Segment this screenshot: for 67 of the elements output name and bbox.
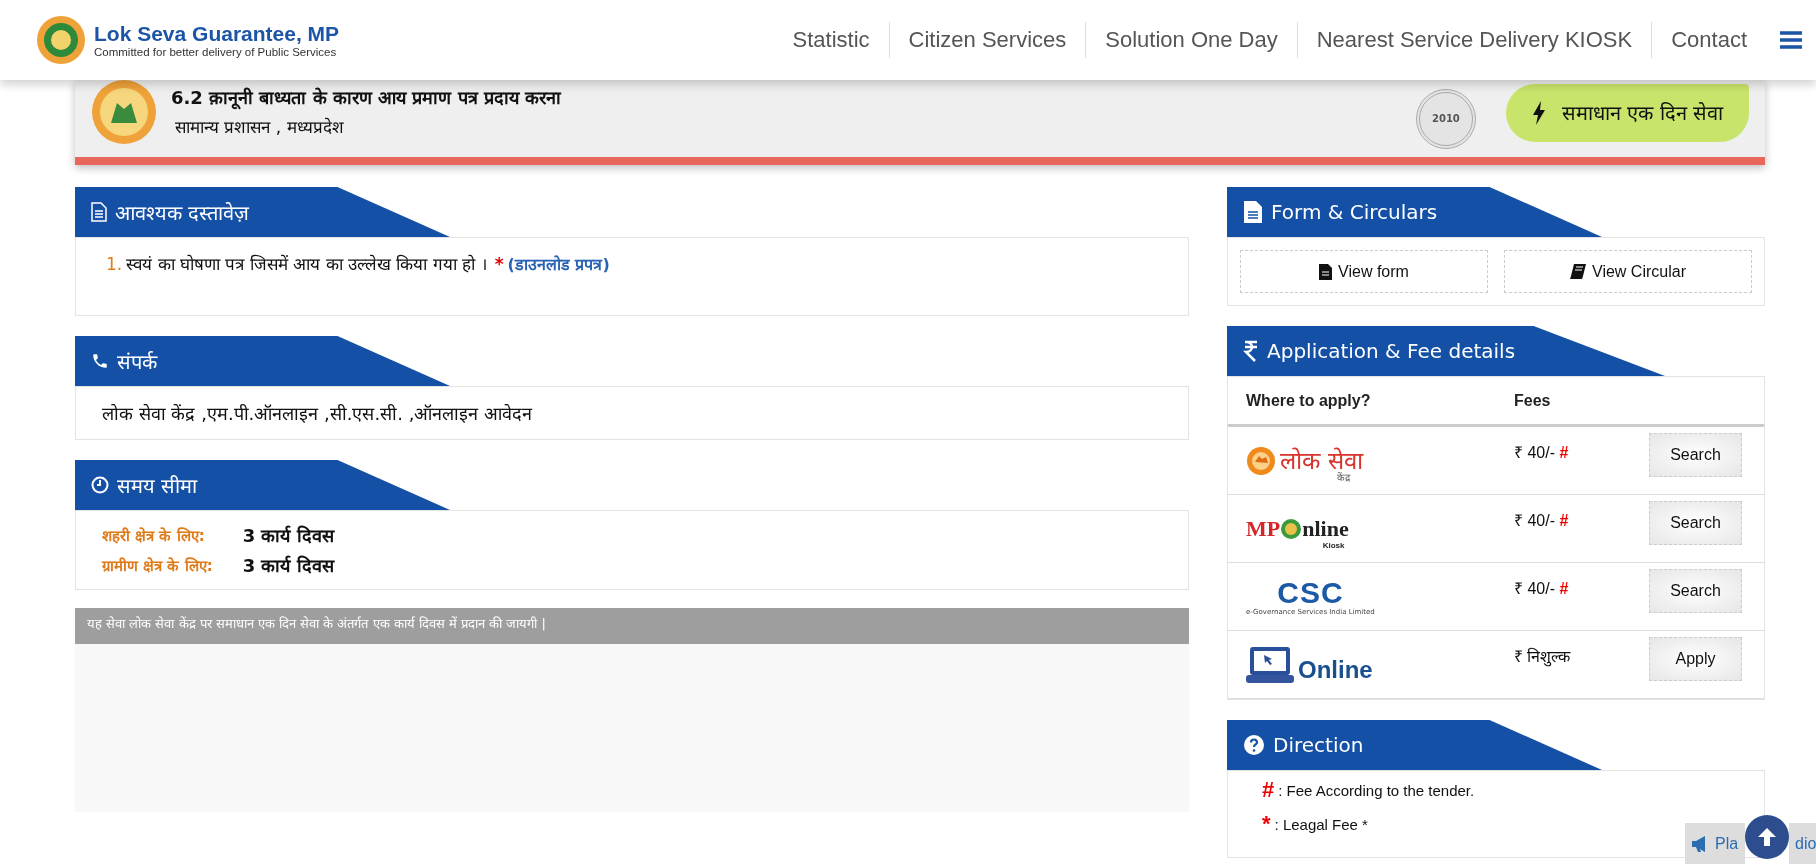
clock-icon bbox=[91, 476, 109, 494]
nav-link[interactable]: Nearest Service Delivery KIOSK bbox=[1296, 22, 1652, 58]
nav-link[interactable]: Contact bbox=[1651, 22, 1766, 58]
phone-icon bbox=[91, 352, 109, 370]
department-name: सामान्य प्रशासन , मध्यप्रदेश bbox=[175, 116, 345, 138]
logo-subtext: Kiosk bbox=[1322, 541, 1345, 550]
document-icon bbox=[1319, 263, 1333, 280]
solution-day-badge: समाधान एक दिन सेवा bbox=[1505, 83, 1749, 142]
section-title: आवश्यक दस्तावेज़ bbox=[115, 199, 250, 226]
fee-amount: ₹ 40/- # bbox=[1514, 579, 1570, 599]
section-title: Direction bbox=[1273, 733, 1364, 757]
legend-text: : Leagal Fee * bbox=[1274, 815, 1368, 833]
section-title: समय सीमा bbox=[117, 472, 198, 499]
fee-amount: ₹ 40/- # bbox=[1514, 443, 1570, 463]
action-button[interactable]: Apply bbox=[1649, 637, 1742, 681]
document-icon bbox=[91, 202, 107, 222]
view-button[interactable]: View Circular bbox=[1504, 250, 1752, 293]
site-tagline: Committed for better delivery of Public Services bbox=[94, 46, 338, 58]
help-icon bbox=[1243, 734, 1265, 756]
logo-text: MP bbox=[1246, 515, 1281, 542]
service-note: यह सेवा लोक सेवा केंद्र पर समाधान एक दिन सेवा के अंतर्गत एक कार्य दिवस में प्रदान की जायगी | bbox=[75, 608, 1189, 644]
area-label: शहरी क्षेत्र के लिए: bbox=[102, 526, 206, 545]
radio-tab[interactable]: dio bbox=[1789, 823, 1816, 864]
fee-amount: ₹ निशुल्क bbox=[1514, 646, 1572, 669]
nav-link[interactable]: Statistic bbox=[773, 22, 889, 58]
legend-mark: * bbox=[1262, 811, 1271, 837]
radio-tab[interactable]: Pla bbox=[1685, 823, 1745, 864]
document-icon bbox=[1243, 200, 1263, 224]
fee-amount: ₹ 40/- # bbox=[1514, 511, 1570, 531]
legend-mark: # bbox=[1262, 777, 1275, 803]
download-link[interactable]: (डाउनलोड प्रपत्र) bbox=[507, 253, 610, 275]
emblem-icon bbox=[36, 15, 86, 65]
service-title: 6.2 क़ानूनी बाध्यता के कारण आय प्रमाण पत्र प्रदाय करना bbox=[171, 86, 563, 109]
contact-text: लोक सेवा केंद्र ,एम.पी.ऑनलाइन ,सी.एस.सी. ,ऑनलाइन आवेदन bbox=[101, 402, 534, 426]
document-item: 1. स्वयं का घोषणा पत्र जिसमें आय का उल्लेख किया गया हो । * (डाउनलोड प्रपत्र) bbox=[105, 252, 611, 277]
section-title: Form & Circulars bbox=[1271, 200, 1438, 224]
action-button[interactable]: Search bbox=[1649, 501, 1742, 545]
nav-link[interactable]: Citizen Services bbox=[888, 22, 1086, 58]
scroll-top-button[interactable] bbox=[1745, 815, 1789, 859]
book-icon bbox=[1570, 264, 1586, 279]
menu-icon[interactable] bbox=[1780, 31, 1802, 49]
area-label: ग्रामीण क्षेत्र के लिए: bbox=[102, 556, 213, 575]
duration-value: 3 कार्य दिवस bbox=[242, 524, 336, 547]
nav-link[interactable]: Solution One Day bbox=[1085, 22, 1297, 58]
laptop-icon bbox=[1246, 644, 1294, 685]
legend-text: : Fee According to the tender. bbox=[1278, 781, 1475, 799]
emblem-icon bbox=[91, 78, 157, 145]
action-button[interactable]: Search bbox=[1649, 433, 1742, 477]
duration-value: 3 कार्य दिवस bbox=[242, 554, 336, 577]
column-header: Fees bbox=[1514, 391, 1552, 410]
lightning-icon bbox=[1531, 100, 1546, 125]
logo-text: CSC bbox=[1277, 577, 1344, 608]
site-title: Lok Seva Guarantee, MP bbox=[94, 22, 340, 46]
section-title: Application & Fee details bbox=[1267, 339, 1516, 363]
arrow-up-icon bbox=[1756, 826, 1778, 848]
action-button[interactable]: Search bbox=[1649, 569, 1742, 613]
logo-subtext: केंद्र bbox=[1336, 471, 1350, 484]
emblem-icon bbox=[1280, 517, 1303, 540]
logo-text: Online bbox=[1298, 655, 1373, 684]
logo-text: nline bbox=[1302, 515, 1349, 542]
view-button[interactable]: View form bbox=[1240, 250, 1488, 293]
column-header: Where to apply? bbox=[1246, 391, 1372, 410]
seal-badge: 2010 bbox=[1415, 88, 1476, 149]
logo-text: लोक सेवा bbox=[1280, 448, 1363, 473]
rupee-icon bbox=[1243, 340, 1259, 362]
emblem-icon bbox=[1246, 445, 1276, 476]
section-title: संपर्क bbox=[117, 348, 157, 375]
